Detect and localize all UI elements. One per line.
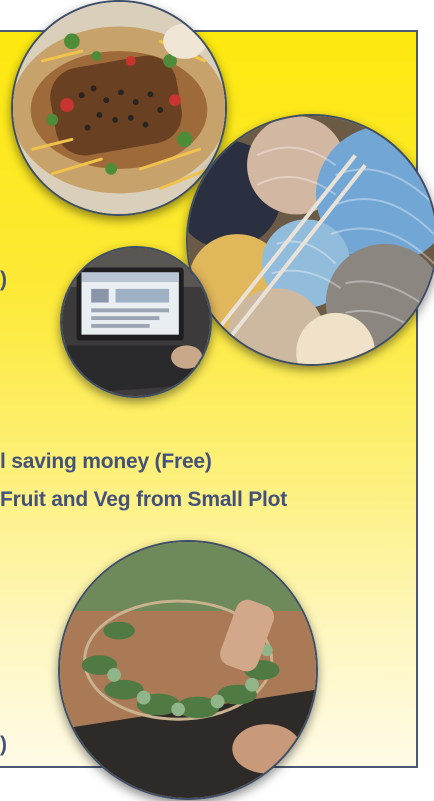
yarn-knitting-photo (186, 114, 434, 366)
text-line-fragment-4: ) (0, 733, 7, 756)
wreath-making-photo (58, 540, 318, 800)
text-line-3: Fruit and Veg from Small Plot (0, 488, 288, 511)
laptop-photo (60, 246, 212, 398)
text-line-2: l saving money (Free) (0, 450, 212, 473)
salad-photo (11, 0, 227, 216)
text-line-fragment-1: ) (0, 268, 7, 291)
